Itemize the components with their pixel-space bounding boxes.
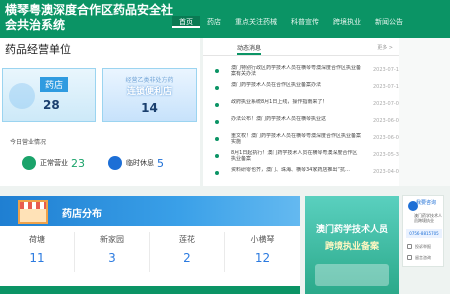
area-name: 莲花 <box>179 235 195 244</box>
nav-news[interactable]: 新闻公告 <box>368 16 410 28</box>
area-cell[interactable]: 莲花 2 <box>150 232 225 272</box>
units-title: 药品经营单位 <box>5 43 71 56</box>
pharmacy-distribution: 药店分布 荷塘 11 新家园 3 莲花 2 小横琴 12 <box>0 196 300 294</box>
distribution-areas: 荷塘 11 新家园 3 莲花 2 小横琴 12 <box>0 232 300 272</box>
news-date: 2023-07-13 <box>373 67 403 73</box>
today-status-label: 今日营业情况 <box>10 139 47 146</box>
consult-phone: 0756-8815705 <box>406 229 442 238</box>
news-item[interactable]: 澳门特别行政区药学技术人员在横琴粤澳深度合作区执业备案有关办法 2023-07-… <box>215 65 402 82</box>
bullet-icon <box>215 171 219 175</box>
news-divider <box>203 55 399 56</box>
cross-border-promo[interactable]: 澳门药学技术人员 跨境执业备案 <box>305 196 399 294</box>
chain-store-subtitle: 经营乙类非处方药 <box>125 77 174 84</box>
store-open-icon <box>22 156 36 170</box>
main-nav: 首页 药店 重点关注药械 科普宣传 跨境执业 新闻公告 <box>172 16 410 28</box>
chain-store-label: 连锁便利店 <box>126 87 172 97</box>
consult-heading[interactable]: 我要咨询 <box>416 199 436 206</box>
news-date: 2023-07-03 <box>373 101 403 107</box>
nav-pharmacy[interactable]: 药店 <box>200 16 228 28</box>
news-item[interactable]: 重文权！澳门药学技术人员在横琴粤澳深度合作区执业备案实施 2023-06-02 <box>215 133 402 150</box>
tab-news[interactable]: 动态消息 <box>237 43 262 55</box>
complaint-button[interactable]: 投诉举报 <box>406 242 442 251</box>
news-item[interactable]: 8月1日起执行！澳门药学技术人员在横琴粤澳深度合作区执业备案 2023-05-3… <box>215 150 402 167</box>
message-icon <box>407 255 412 260</box>
news-item[interactable]: 政府执业系统8月1日上线，操作指南来了！ 2023-07-03 <box>215 99 402 116</box>
consult-text: 澳门药学技术人员跨境执业 <box>414 213 442 223</box>
area-cell[interactable]: 小横琴 12 <box>225 232 300 272</box>
pharmacy-label: 药店 <box>40 77 69 92</box>
bullet-icon <box>215 69 219 73</box>
pharmacy-tile[interactable]: 药店 28 <box>2 68 96 122</box>
news-title: 8月1日起执行！澳门药学技术人员在横琴粤澳深度合作区执业备案 <box>231 150 358 162</box>
closed-count: 5 <box>157 156 164 170</box>
shop-awning <box>20 202 46 209</box>
area-count: 2 <box>183 251 191 265</box>
news-item[interactable]: 办法公布！澳门药学技术人员在横琴执业这 2023-06-05 <box>215 116 402 133</box>
normal-count: 23 <box>71 156 85 170</box>
distribution-title: 药店分布 <box>62 209 102 220</box>
pharmacy-count: 28 <box>43 98 60 112</box>
bullet-icon <box>215 120 219 124</box>
bullet-icon <box>215 154 219 158</box>
report-icon <box>407 244 412 249</box>
nav-key-drugs[interactable]: 重点关注药械 <box>228 16 284 28</box>
news-date: 2023-06-02 <box>373 135 403 141</box>
right-strip <box>399 38 450 186</box>
message-button[interactable]: 留言咨询 <box>406 253 442 262</box>
news-date: 2023-07-13 <box>373 84 403 90</box>
area-name: 新家园 <box>100 235 124 244</box>
distribution-footer-bar <box>0 286 300 294</box>
nav-science[interactable]: 科普宣传 <box>284 16 326 28</box>
closed-label: 临时休息 <box>126 159 154 167</box>
news-list: 澳门特别行政区药学技术人员在横琴粤澳深度合作区执业备案有关办法 2023-07-… <box>215 65 402 184</box>
area-count: 11 <box>29 251 45 265</box>
top-header: 横琴粤澳深度合作区药品安全社会共治系统 首页 药店 重点关注药械 科普宣传 跨境… <box>0 0 450 38</box>
store-closed-icon <box>108 156 122 170</box>
distribution-banner: 药店分布 <box>0 196 300 226</box>
complaint-label: 投诉举报 <box>415 244 431 249</box>
area-cell[interactable]: 新家园 3 <box>75 232 150 272</box>
chain-store-count: 14 <box>141 101 158 115</box>
normal-label: 正常营业 <box>40 159 68 167</box>
news-title: 办法公布！澳门药学技术人员在横琴执业这 <box>231 116 327 122</box>
nav-home[interactable]: 首页 <box>172 16 200 28</box>
news-title: 重文权！澳门药学技术人员在横琴粤澳深度合作区执业备案实施 <box>231 133 361 145</box>
message-label: 留言咨询 <box>415 255 431 260</box>
news-title: 资料研零也齐，澳门、珠海、横琴34家药店推出“抗… <box>231 167 350 173</box>
news-card: 动态消息 更多 > 澳门特别行政区药学技术人员在横琴粤澳深度合作区执业备案有关办… <box>203 38 402 186</box>
pharmacy-illustration-icon <box>9 83 35 109</box>
news-date: 2023-06-05 <box>373 118 403 124</box>
news-title: 政府执业系统8月1日上线，操作指南来了！ <box>231 99 328 105</box>
promo-illustration-icon <box>315 264 389 286</box>
area-cell[interactable]: 荷塘 11 <box>0 232 75 272</box>
bullet-icon <box>215 86 219 90</box>
shop-icon <box>18 200 48 224</box>
consult-floatbox: 我要咨询 澳门药学技术人员跨境执业 0756-8815705 投诉举报 留言咨询 <box>402 195 444 267</box>
nav-cross-border[interactable]: 跨境执业 <box>326 16 368 28</box>
news-date: 2023-04-06 <box>373 169 403 175</box>
area-name: 荷塘 <box>29 235 45 244</box>
news-item[interactable]: 澳门药学技术人员在合作区执业备案办法 2023-07-13 <box>215 82 402 99</box>
news-date: 2023-05-31 <box>373 152 403 158</box>
promo-line-1: 澳门药学技术人员 <box>315 225 388 235</box>
page-root: 横琴粤澳深度合作区药品安全社会共治系统 首页 药店 重点关注药械 科普宣传 跨境… <box>0 0 450 294</box>
bullet-icon <box>215 137 219 141</box>
news-title: 澳门药学技术人员在合作区执业备案办法 <box>231 82 322 88</box>
chain-store-tile[interactable]: 经营乙类非处方药 连锁便利店 14 <box>102 68 197 122</box>
area-name: 小横琴 <box>250 235 275 244</box>
promo-line-2: 跨境执业备案 <box>324 242 379 252</box>
temporary-closed-stat: 临时休息 5 <box>108 156 164 170</box>
normal-operation-stat: 正常营业 23 <box>22 156 85 170</box>
news-title: 澳门特别行政区药学技术人员在横琴粤澳深度合作区执业备案有关办法 <box>231 65 361 77</box>
area-count: 3 <box>108 251 116 265</box>
news-more-link[interactable]: 更多 > <box>377 44 393 51</box>
drug-units-card: 药品经营单位 药店 28 经营乙类非处方药 连锁便利店 14 今日营业情况 正常… <box>0 38 200 186</box>
area-count: 12 <box>254 251 271 265</box>
site-title: 横琴粤澳深度合作区药品安全社会共治系统 <box>5 3 174 32</box>
bullet-icon <box>215 103 219 107</box>
news-item[interactable]: 资料研零也齐，澳门、珠海、横琴34家药店推出“抗… 2023-04-06 <box>215 167 402 184</box>
